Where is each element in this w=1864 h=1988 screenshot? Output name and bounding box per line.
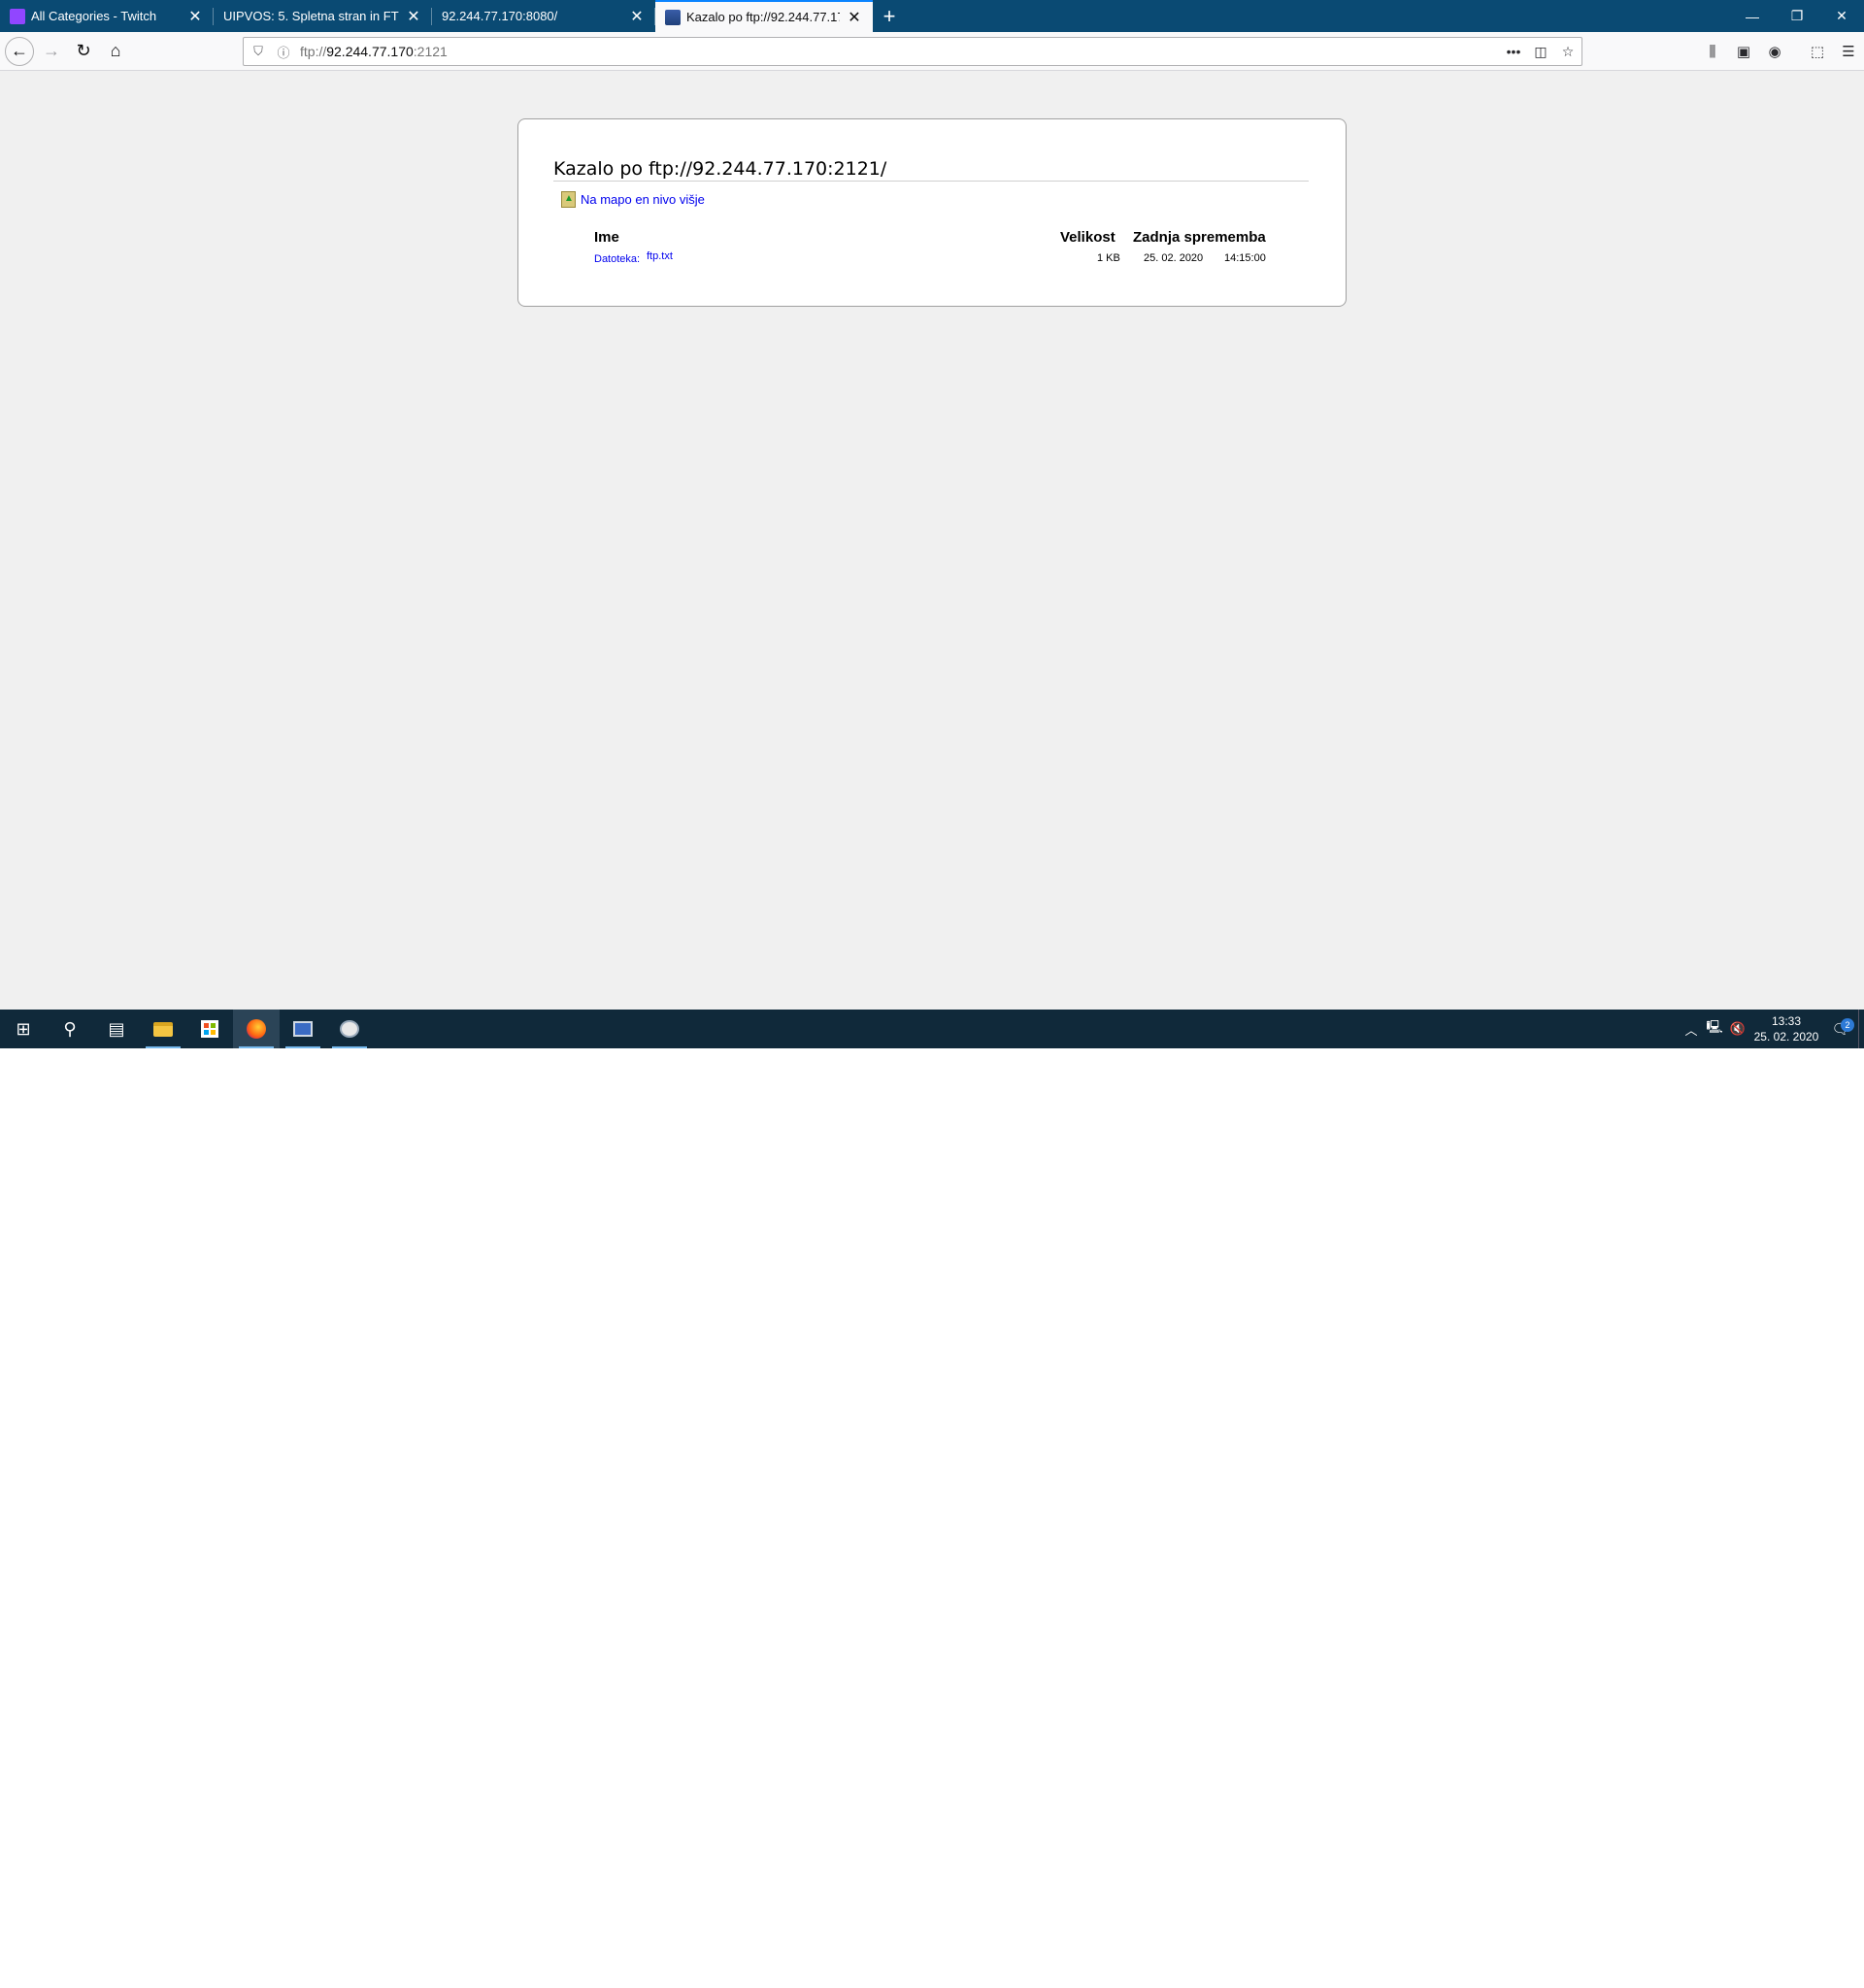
tab-strip: All Categories - Twitch ✕ UIPVOS: 5. Spl… — [0, 0, 1864, 32]
system-tray: ︿ 🖳 🔇 13:33 25. 02. 2020 🗨 2 — [1680, 1010, 1864, 1048]
page-title: Kazalo po ftp://92.244.77.170:2121/ — [553, 158, 887, 180]
reload-button[interactable]: ↻ — [69, 37, 98, 66]
parent-directory-label: Na mapo en nivo višje — [581, 192, 705, 207]
toolbar-right: ⫼ ▣ ◉ ⬚ ☰ — [1697, 32, 1864, 71]
notification-count: 2 — [1841, 1018, 1854, 1032]
network-icon[interactable]: 🖳 — [1703, 1018, 1726, 1040]
url-text[interactable]: ftp://92.244.77.170:2121 — [300, 44, 448, 59]
tab-ftp-index[interactable]: Kazalo po ftp://92.244.77.170:2 ✕ — [655, 0, 873, 32]
computer-icon — [293, 1021, 313, 1037]
tab-twitch[interactable]: All Categories - Twitch ✕ — [0, 0, 214, 32]
network-app-icon[interactable] — [280, 1010, 326, 1048]
bookmark-star-icon[interactable]: ☆ — [1554, 44, 1581, 60]
url-port: :2121 — [413, 44, 448, 59]
new-tab-button[interactable]: + — [873, 0, 906, 32]
task-view-icon[interactable]: ▤ — [93, 1010, 140, 1048]
show-desktop-button[interactable] — [1858, 1010, 1864, 1048]
minimize-button[interactable]: — — [1730, 0, 1775, 32]
forward-button[interactable]: → — [37, 37, 66, 66]
palette-icon — [340, 1020, 359, 1038]
store-icon[interactable] — [186, 1010, 233, 1048]
file-time: 14:15:00 — [1224, 252, 1266, 264]
url-scheme: ftp:// — [300, 44, 327, 59]
menu-icon[interactable]: ☰ — [1833, 43, 1864, 60]
home-button[interactable]: ⌂ — [101, 37, 130, 66]
close-icon[interactable]: ✕ — [405, 7, 422, 26]
shield-icon[interactable]: ⛉ — [248, 44, 269, 59]
volume-muted-icon[interactable]: 🔇 — [1726, 1021, 1749, 1037]
tab-uipvos[interactable]: UIPVOS: 5. Spletna stran in FTP stre ✕ — [214, 0, 432, 32]
navigation-toolbar: ← → ↻ ⌂ ⛉ ⓘ ftp://92.244.77.170:2121 •••… — [0, 32, 1864, 71]
tab-http-8080[interactable]: 92.244.77.170:8080/ ✕ — [432, 0, 655, 32]
close-icon[interactable]: ✕ — [628, 7, 646, 26]
monitor-icon — [665, 9, 681, 25]
page-content: Kazalo po ftp://92.244.77.170:2121/ Na m… — [0, 71, 1864, 1010]
tab-label: 92.244.77.170:8080/ — [442, 9, 558, 23]
sidebar-icon[interactable]: ▣ — [1728, 43, 1759, 60]
pocket-icon[interactable]: ◫ — [1527, 44, 1554, 60]
search-icon[interactable]: ⚲ — [47, 1010, 93, 1048]
folder-icon — [153, 1021, 173, 1037]
info-icon[interactable]: ⓘ — [273, 43, 294, 61]
close-icon[interactable]: ✕ — [186, 7, 204, 26]
store-logo-icon — [201, 1020, 218, 1038]
notifications-icon[interactable]: 🗨 2 — [1823, 1018, 1858, 1038]
window-controls: — ❐ ✕ — [1730, 0, 1864, 32]
extensions-icon[interactable]: ⬚ — [1802, 43, 1833, 60]
page-actions-icon[interactable]: ••• — [1500, 44, 1527, 60]
restore-button[interactable]: ❐ — [1775, 0, 1819, 32]
address-bar[interactable]: ⛉ ⓘ ftp://92.244.77.170:2121 ••• ◫ ☆ — [243, 37, 1582, 66]
column-header-name[interactable]: Ime — [594, 229, 619, 246]
close-window-button[interactable]: ✕ — [1819, 0, 1864, 32]
title-divider — [553, 181, 1309, 182]
paint-icon[interactable] — [326, 1010, 373, 1048]
clock-date: 25. 02. 2020 — [1753, 1030, 1819, 1044]
library-icon[interactable]: ⫼ — [1697, 44, 1728, 60]
file-link[interactable]: ftp.txt — [647, 250, 673, 262]
account-icon[interactable]: ◉ — [1759, 43, 1790, 60]
file-date: 25. 02. 2020 — [1144, 252, 1204, 264]
twitch-icon — [10, 8, 25, 24]
start-button[interactable]: ⊞ — [0, 1010, 47, 1048]
file-explorer-icon[interactable] — [140, 1010, 186, 1048]
clock-time: 13:33 — [1771, 1014, 1802, 1028]
taskbar: ⊞ ⚲ ▤ ︿ 🖳 🔇 13:33 25. 02. 2020 🗨 2 — [0, 1010, 1864, 1048]
folder-up-icon — [561, 191, 576, 208]
firefox-logo-icon — [247, 1019, 266, 1039]
column-header-size[interactable]: Velikost — [1060, 229, 1115, 246]
url-host: 92.244.77.170 — [326, 44, 414, 59]
close-icon[interactable]: ✕ — [846, 8, 863, 27]
chevron-up-icon[interactable]: ︿ — [1680, 1020, 1703, 1039]
url-actions: ••• ◫ ☆ — [1500, 44, 1581, 60]
parent-directory-link[interactable]: Na mapo en nivo višje — [561, 191, 705, 208]
tab-label: UIPVOS: 5. Spletna stran in FTP stre — [223, 9, 399, 23]
firefox-icon[interactable] — [233, 1010, 280, 1048]
clock[interactable]: 13:33 25. 02. 2020 — [1749, 1013, 1823, 1044]
tab-label: All Categories - Twitch — [31, 9, 157, 23]
file-size: 1 KB — [1097, 252, 1120, 264]
column-header-modified[interactable]: Zadnja sprememba — [1133, 229, 1266, 246]
tab-label: Kazalo po ftp://92.244.77.170:2 — [686, 10, 840, 24]
file-type-label: Datoteka: — [594, 253, 641, 265]
back-button[interactable]: ← — [5, 36, 34, 66]
directory-listing: Kazalo po ftp://92.244.77.170:2121/ Na m… — [517, 118, 1347, 307]
